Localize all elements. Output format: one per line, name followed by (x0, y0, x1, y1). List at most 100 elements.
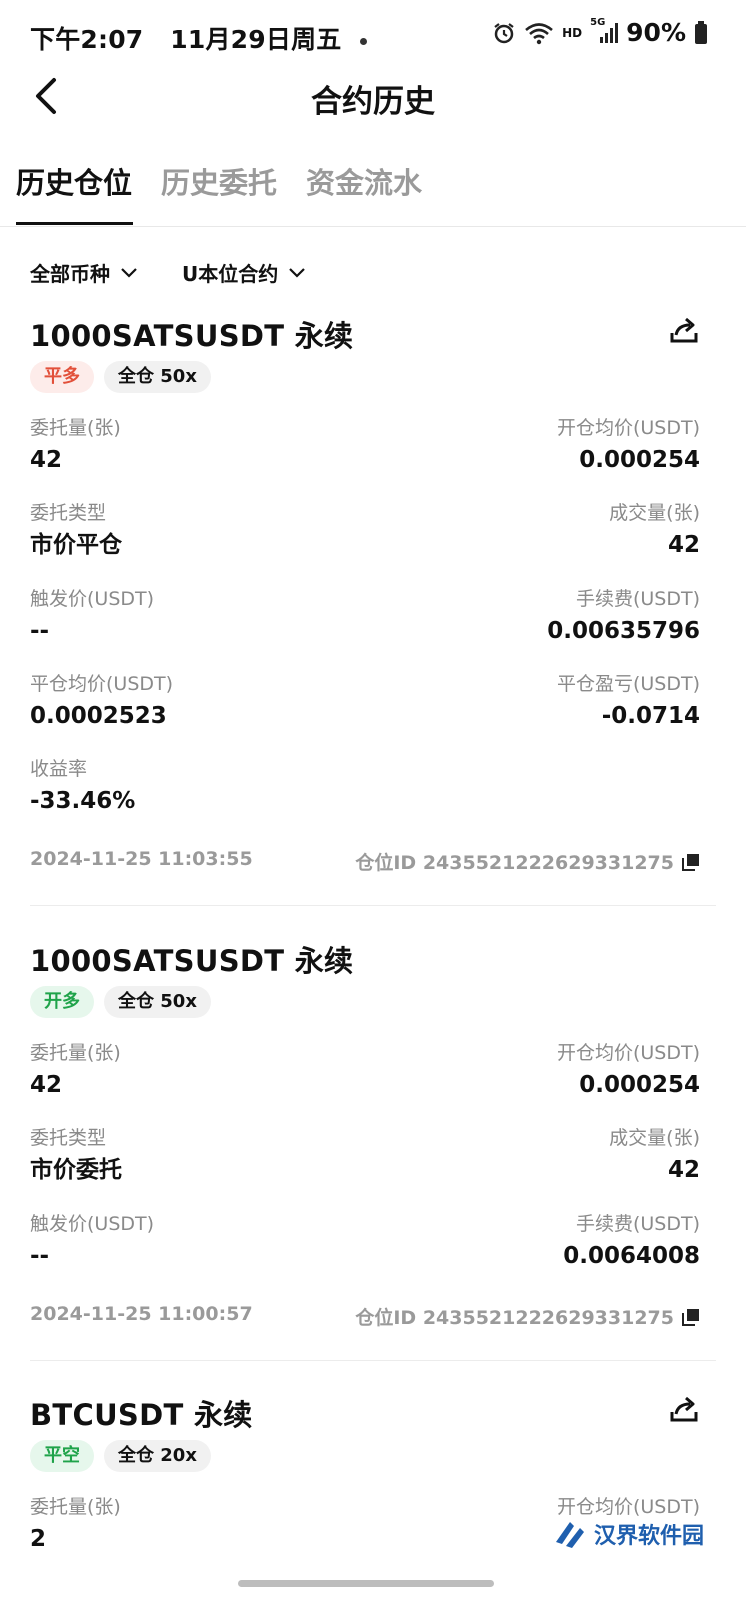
position-card: 1000SATSUSDT 永续 开多 全仓 50x 委托量(张) 42 开仓均价… (30, 938, 716, 1338)
card-title: BTCUSDT 永续 (30, 1398, 253, 1432)
battery-icon (695, 20, 707, 44)
position-id-copy[interactable]: 仓位ID 2435521222629331275 (355, 848, 700, 875)
field-label: 触发价(USDT) (30, 588, 155, 610)
position-card: BTCUSDT 永续 平空 全仓 20x 委托量(张) 2 开仓均价(USDT) (30, 1392, 716, 1600)
notification-dot-icon (360, 37, 368, 45)
status-time: 下午2:07 (30, 25, 144, 54)
card-tags: 平多 全仓 50x (30, 361, 211, 393)
order-qty-field: 委托量(张) 42 (30, 1041, 121, 1101)
margin-badge: 全仓 20x (104, 1440, 211, 1472)
open-avg-price-field: 开仓均价(USDT) 0.000254 (557, 416, 700, 476)
filled-qty-field: 成交量(张) 42 (609, 501, 700, 561)
status-bar: 下午2:07 11月29日周五 HD 5G 90% (0, 0, 746, 70)
alarm-icon (494, 22, 514, 43)
field-value: 0.000254 (579, 447, 700, 473)
filter-bar: 全部币种 U本位合约 (30, 258, 306, 287)
field-label: 委托类型 (30, 1127, 107, 1149)
chevron-down-icon (121, 267, 137, 278)
field-value: 42 (30, 447, 63, 473)
field-label: 开仓均价(USDT) (556, 1042, 700, 1064)
order-qty-field: 委托量(张) 42 (30, 416, 121, 476)
side-badge: 开多 (30, 986, 94, 1018)
field-value: -- (30, 1243, 50, 1269)
card-tags: 开多 全仓 50x (30, 986, 211, 1018)
field-value: -0.0714 (601, 703, 700, 729)
fee-field: 手续费(USDT) 0.0064008 (563, 1212, 700, 1272)
tab-fund-flow[interactable]: 资金流水 (306, 160, 422, 202)
share-icon[interactable] (668, 315, 700, 347)
field-label: 手续费(USDT) (575, 1213, 700, 1235)
position-id-copy[interactable]: 仓位ID 2435521222629331275 (355, 1303, 700, 1330)
status-left: 下午2:07 11月29日周五 (30, 20, 368, 56)
card-divider (30, 905, 716, 906)
contract-filter-dropdown[interactable]: U本位合约 (182, 258, 306, 287)
order-qty-field: 委托量(张) 2 (30, 1495, 121, 1555)
timestamp: 2024-11-25 11:03:55 (30, 848, 253, 870)
field-label: 成交量(张) (609, 502, 700, 524)
card-title: 1000SATSUSDT 永续 (30, 319, 354, 353)
active-tab-indicator (16, 222, 133, 225)
copy-icon (682, 1308, 699, 1326)
coin-filter-label: 全部币种 (30, 262, 110, 286)
field-value: 42 (30, 1072, 63, 1098)
status-date: 11月29日周五 (170, 25, 342, 54)
field-value: 0.00635796 (547, 618, 700, 644)
filled-qty-field: 成交量(张) 42 (609, 1126, 700, 1186)
card-tags: 平空 全仓 20x (30, 1440, 211, 1472)
wifi-icon (525, 22, 553, 44)
signal-5g: 5G (590, 17, 619, 45)
copy-icon (682, 853, 699, 871)
field-label: 委托量(张) (30, 1496, 121, 1518)
contract-filter-label: U本位合约 (182, 262, 279, 286)
watermark-logo-icon (556, 1522, 584, 1548)
signal-icon (600, 22, 619, 43)
margin-badge: 全仓 50x (104, 986, 211, 1018)
field-label: 收益率 (30, 758, 88, 780)
fee-field: 手续费(USDT) 0.00635796 (547, 587, 700, 647)
chevron-down-icon (289, 267, 306, 278)
field-value: 0.000254 (579, 1072, 700, 1098)
order-type-field: 委托类型 市价委托 (30, 1126, 122, 1186)
field-value: -- (30, 618, 50, 644)
position-card: 1000SATSUSDT 永续 平多 全仓 50x 委托量(张) 42 开仓均价… (30, 313, 716, 883)
timestamp: 2024-11-25 11:00:57 (30, 1303, 253, 1325)
share-icon[interactable] (668, 1394, 700, 1426)
tab-position-history[interactable]: 历史仓位 (16, 160, 132, 202)
page-title: 合约历史 (311, 84, 435, 120)
field-label: 平仓均价(USDT) (30, 673, 174, 695)
battery-percent: 90% (626, 18, 686, 47)
order-type-field: 委托类型 市价平仓 (30, 501, 122, 561)
hd-indicator: HD (562, 25, 583, 40)
tab-bar: 历史仓位 历史委托 资金流水 (0, 150, 746, 227)
trigger-price-field: 触发价(USDT) -- (30, 1212, 154, 1272)
field-label: 委托量(张) (30, 417, 121, 439)
tab-order-history[interactable]: 历史委托 (161, 160, 277, 202)
card-title: 1000SATSUSDT 永续 (30, 944, 354, 978)
trigger-price-field: 触发价(USDT) -- (30, 587, 154, 647)
coin-filter-dropdown[interactable]: 全部币种 (30, 258, 138, 287)
watermark: 汉界软件园 (552, 1516, 704, 1552)
status-right: HD 5G 90% (492, 17, 708, 47)
card-divider (30, 1360, 716, 1361)
close-pnl-field: 平仓盈亏(USDT) -0.0714 (557, 672, 700, 732)
home-indicator[interactable] (238, 1580, 494, 1587)
field-value: 0.0064008 (563, 1243, 700, 1269)
field-label: 委托类型 (30, 502, 107, 524)
field-value: 市价委托 (30, 1157, 122, 1183)
field-value: 2 (30, 1526, 47, 1552)
field-value: 0.0002523 (30, 703, 167, 729)
return-rate-field: 收益率 -33.46% (30, 757, 135, 817)
field-value: 42 (667, 532, 700, 558)
side-badge: 平多 (30, 361, 94, 393)
field-label: 触发价(USDT) (30, 1213, 155, 1235)
top-bar: 合约历史 (0, 64, 746, 128)
watermark-text: 汉界软件园 (594, 1524, 705, 1549)
field-value: 42 (667, 1157, 700, 1183)
field-value: -33.46% (30, 788, 136, 814)
position-id: 仓位ID 2435521222629331275 (355, 852, 674, 874)
open-avg-price-field: 开仓均价(USDT) 0.000254 (557, 1041, 700, 1101)
field-value: 市价平仓 (30, 532, 122, 558)
side-badge: 平空 (30, 1440, 94, 1472)
close-avg-price-field: 平仓均价(USDT) 0.0002523 (30, 672, 173, 732)
field-label: 成交量(张) (609, 1127, 700, 1149)
